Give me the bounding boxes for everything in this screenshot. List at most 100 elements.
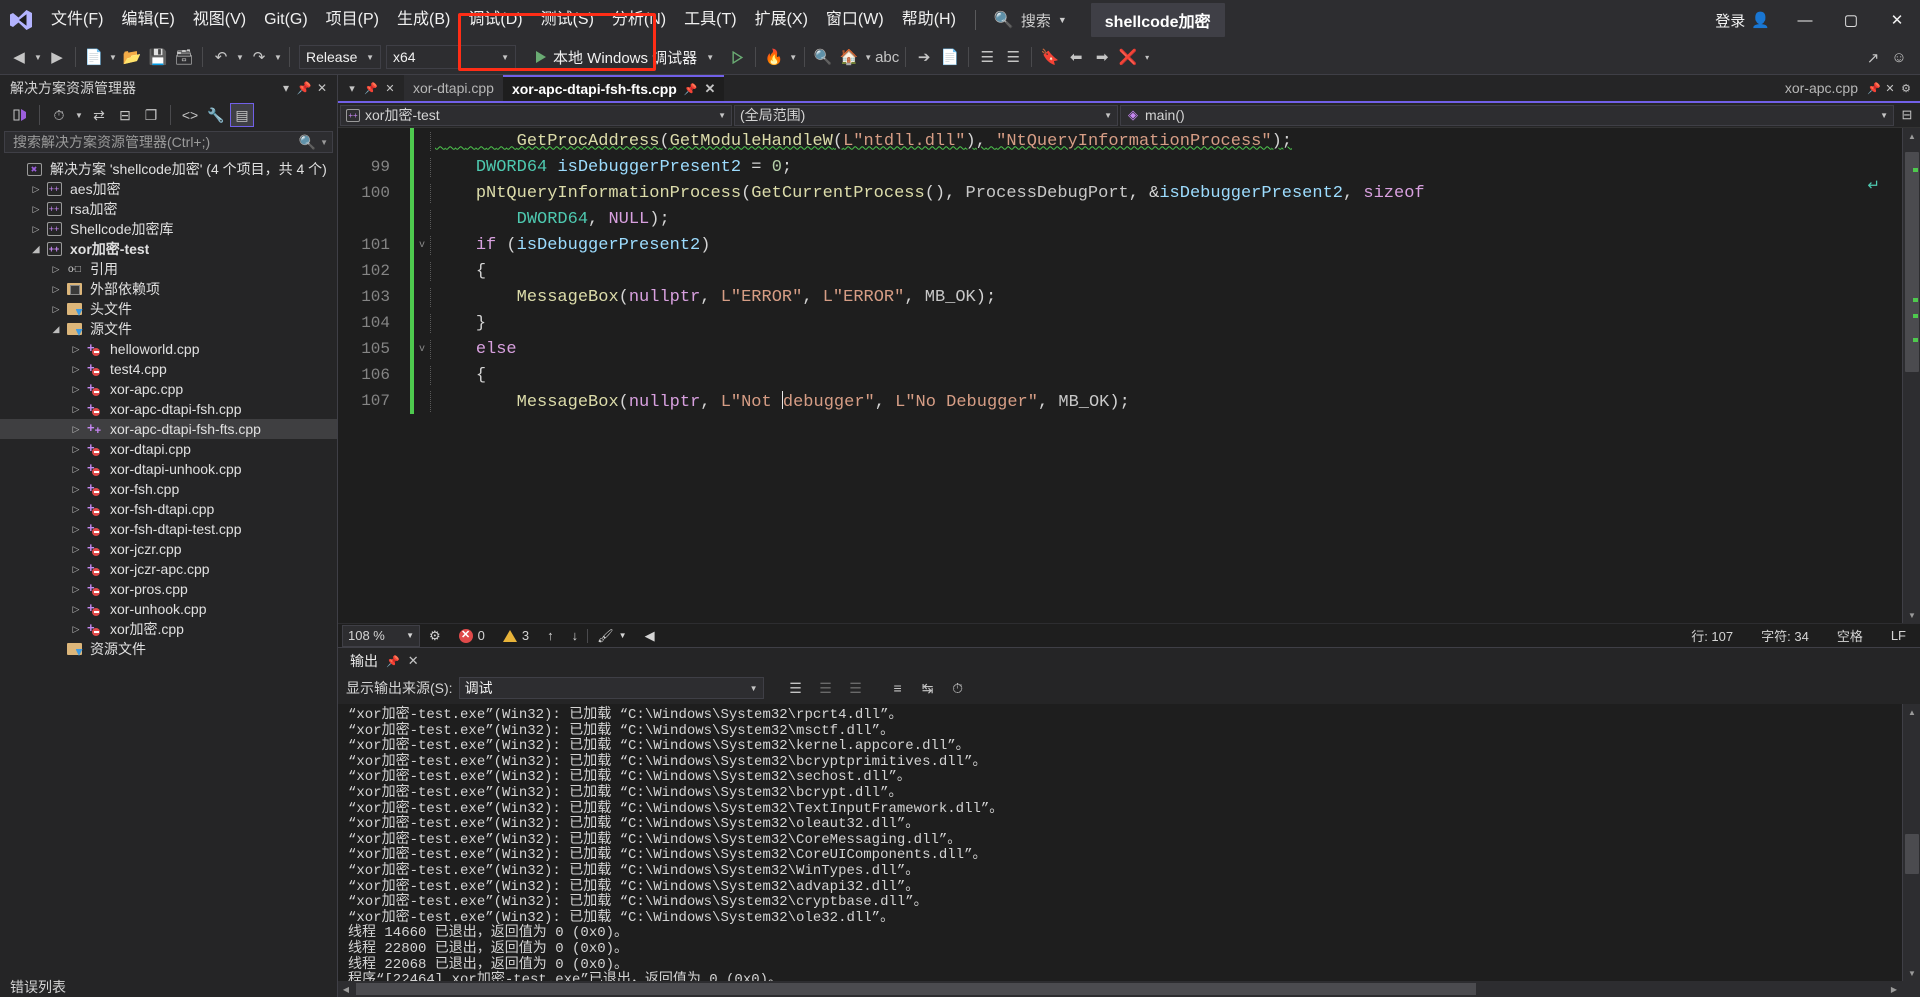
tree-item[interactable]: ▷ + xor-fsh-dtapi-test.cpp [0,519,337,539]
tree-item[interactable]: ▷ ++ rsa加密 [0,199,337,219]
chevron-right-icon[interactable]: ▷ [68,524,84,535]
panel-dropdown-icon[interactable]: ▾ [277,78,295,98]
navigate-forward-icon[interactable]: ▶ [44,44,70,70]
menu-git[interactable]: Git(G) [255,0,317,40]
chevron-right-icon[interactable]: ▷ [68,384,84,395]
menu-extensions[interactable]: 扩展(X) [746,0,817,40]
start-debugging-button[interactable]: 本地 Windows 调试器 ▼ [528,44,724,71]
chevron-down-icon[interactable]: ▼ [320,138,328,147]
editor-tab-active[interactable]: xor-apc-dtapi-fsh-fts.cpp 📌 ✕ [502,75,725,101]
sync-with-active-document-icon[interactable]: ⇄ [87,103,111,127]
navigate-back-icon[interactable]: ◀ [6,44,32,70]
minimize-button[interactable]: — [1782,0,1828,40]
tree-item[interactable]: ▷ 资源文件 [0,639,337,659]
pointer-select-icon[interactable]: ➔ [911,44,937,70]
close-icon[interactable]: ✕ [408,653,419,669]
chevron-right-icon[interactable]: ▷ [68,464,84,475]
chevron-right-icon[interactable]: ▷ [8,164,24,175]
solution-explorer-home-icon[interactable]: 🏠 [836,44,862,70]
code-fold-toggle[interactable]: v [414,344,430,355]
chevron-right-icon[interactable]: ▷ [68,344,84,355]
code-line[interactable]: 102 { [338,258,1902,284]
tree-item[interactable]: ▷ + xor-unhook.cpp [0,599,337,619]
spell-check-icon[interactable]: abc [874,44,900,70]
tree-item[interactable]: ◢ 源文件 [0,319,337,339]
output-source-dropdown[interactable]: 调试 ▼ [458,677,764,699]
output-vertical-scrollbar[interactable]: ▲ ▼ [1902,704,1920,981]
chevron-down-icon[interactable]: ▼ [704,53,716,62]
menu-tools[interactable]: 工具(T) [675,0,745,40]
code-cleanup-button[interactable]: 🖌 ▼ [588,628,635,644]
tree-item[interactable]: ▷ + xor-jczr.cpp [0,539,337,559]
menu-edit[interactable]: 编辑(E) [112,0,183,40]
solution-tree[interactable]: ▷✖解决方案 'shellcode加密' (4 个项目，共 4 个)▷++aes… [0,157,337,973]
indentation-indicator[interactable]: 空格 [1823,626,1877,645]
clear-all-icon[interactable]: ≡ [886,676,910,700]
undo-icon[interactable]: ↶ [208,44,234,70]
menu-analyze[interactable]: 分析(N) [603,0,675,40]
tree-item[interactable]: ▷ o-□ 引用 [0,259,337,279]
chevron-right-icon[interactable]: ▷ [48,304,64,315]
solution-platform-dropdown[interactable]: x64 ▼ [386,45,516,69]
solution-switch-views-icon[interactable] [8,103,32,127]
show-all-files-icon[interactable]: ❐ [139,103,163,127]
tool-window-caret-icon[interactable]: ▼ [862,53,874,62]
code-line[interactable]: 100 pNtQueryInformationProcess(GetCurren… [338,180,1902,206]
line-ending-indicator[interactable]: LF [1877,628,1920,643]
scrollbar-thumb[interactable] [356,983,1476,995]
comment-lines-icon[interactable]: ☰ [974,44,1000,70]
code-line[interactable]: 99 DWORD64 isDebuggerPresent2 = 0; [338,154,1902,180]
menu-build[interactable]: 生成(B) [388,0,459,40]
chevron-right-icon[interactable]: ▷ [68,364,84,375]
pin-icon[interactable]: 📌 [363,77,379,99]
redo-caret-icon[interactable]: ▼ [272,53,284,62]
pin-icon[interactable]: 📌 [684,83,698,96]
scroll-right-icon[interactable]: ▶ [1886,981,1902,997]
menu-test[interactable]: 测试(S) [532,0,603,40]
scroll-up-icon[interactable]: ▲ [1903,128,1920,144]
next-issue-button[interactable]: ↓ [563,628,588,643]
pin-icon[interactable]: 📌 [386,655,400,668]
view-code-icon[interactable]: <> [178,103,202,127]
solution-explorer-search-input[interactable]: 搜索解决方案资源管理器(Ctrl+;) 🔍 ▼ [4,131,333,153]
scroll-up-icon[interactable]: ▲ [1903,704,1920,720]
nav-scope-dropdown[interactable]: (全局范围) ▼ [734,104,1118,126]
output-tab[interactable]: 输出 📌 ✕ [338,648,427,674]
previous-issue-button[interactable]: ↑ [538,628,563,643]
tree-item[interactable]: ▷ + xor-apc.cpp [0,379,337,399]
pin-icon[interactable]: 📌 [1866,77,1882,99]
uncomment-lines-icon[interactable]: ☰ [1000,44,1026,70]
global-search-box[interactable]: 🔍 搜索 ▼ [986,10,1075,31]
tree-item[interactable]: ◢ ++ xor加密-test [0,239,337,259]
chevron-down-icon[interactable]: ◢ [28,244,44,255]
output-horizontal-scrollbar[interactable]: ◀ ▶ [338,981,1920,997]
chevron-right-icon[interactable]: ▷ [68,504,84,515]
code-line[interactable]: 107 MessageBox(nullptr, L"Not debugger",… [338,388,1902,414]
chevron-right-icon[interactable]: ▷ [68,424,84,435]
chevron-right-icon[interactable]: ▷ [48,264,64,275]
close-icon[interactable]: ✕ [313,78,331,98]
intellisense-status-icon[interactable]: ⚙ [420,628,450,644]
chevron-right-icon[interactable]: ▷ [28,224,44,235]
code-line[interactable]: GetProcAddress(GetModuleHandleW(L"ntdll.… [338,128,1902,154]
output-body[interactable]: “xor加密-test.exe”(Win32): 已加载 “C:\Windows… [338,704,1920,981]
tree-item[interactable]: ▷ + xor加密.cpp [0,619,337,639]
tree-item[interactable]: ▷ + + xor-apc-dtapi-fsh-fts.cpp [0,419,337,439]
right-tab-label[interactable]: xor-apc.cpp [1777,80,1866,96]
scrollbar-thumb[interactable] [1905,834,1919,874]
collapse-all-icon[interactable]: ⊟ [113,103,137,127]
tree-item[interactable]: ▷ + xor-apc-dtapi-fsh.cpp [0,399,337,419]
chevron-right-icon[interactable]: ▷ [68,444,84,455]
gear-icon[interactable]: ⚙ [1898,77,1914,99]
tree-item[interactable]: ▷ + xor-dtapi-unhook.cpp [0,459,337,479]
go-to-previous-message-icon[interactable]: ☰ [814,676,838,700]
code-line[interactable]: 104 } [338,310,1902,336]
menu-help[interactable]: 帮助(H) [893,0,965,40]
find-in-files-icon[interactable]: 🔍 [810,44,836,70]
close-icon[interactable]: ✕ [705,81,716,97]
editor-vertical-scrollbar[interactable]: ▲ ▼ [1902,128,1920,623]
pin-icon[interactable]: 📌 [295,78,313,98]
chevron-right-icon[interactable]: ▷ [68,624,84,635]
zoom-level-dropdown[interactable]: 108 % ▼ [342,624,420,647]
tree-item[interactable]: ▷ + xor-fsh-dtapi.cpp [0,499,337,519]
